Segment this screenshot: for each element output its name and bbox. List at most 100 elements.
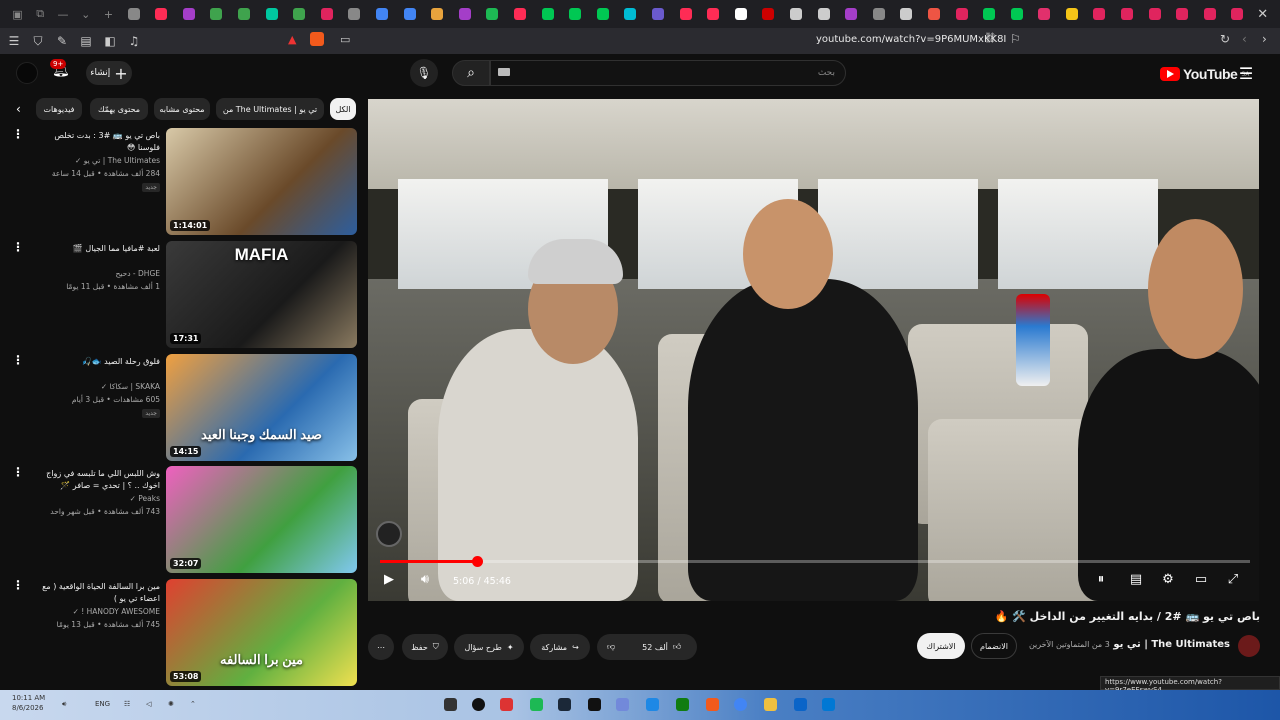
tab-favicon-icon[interactable]	[1113, 0, 1141, 28]
workspace-icon[interactable]: ⧉	[29, 2, 52, 26]
tab-favicon-icon[interactable]	[561, 0, 589, 28]
play-icon[interactable]: ▶	[378, 572, 400, 592]
taskbar-app-icon[interactable]	[646, 698, 659, 711]
channel-watermark-icon[interactable]	[376, 521, 402, 547]
tab-favicon-icon[interactable]	[1086, 0, 1114, 28]
notifications-bell-icon[interactable]: 🔔︎ 9+	[50, 59, 70, 78]
video-title[interactable]: باص تي يو 🚌 #3 : بدت تخلص فلوسنا 😳	[30, 130, 160, 154]
tab-favicon-icon[interactable]	[1168, 0, 1196, 28]
tab-list-icon[interactable]: ⌄	[74, 2, 97, 26]
tab-favicon-icon[interactable]	[755, 0, 783, 28]
tab-favicon-icon[interactable]	[893, 0, 921, 28]
tray-expand-icon[interactable]: ⌃	[190, 700, 196, 708]
video-thumbnail[interactable]: 1:14:01	[166, 128, 357, 235]
tiktok-icon[interactable]	[588, 698, 601, 711]
channel-name[interactable]: Peaks ✓	[130, 494, 160, 503]
tab-favicon-icon[interactable]	[479, 0, 507, 28]
chip-videos[interactable]: فيديوهات	[36, 98, 82, 120]
join-button[interactable]: الانضمام	[971, 633, 1017, 659]
video-thumbnail[interactable]: صيد السمك وجبنا العيد 14:15	[166, 354, 357, 461]
video-thumbnail[interactable]: MAFIA 17:31	[166, 241, 357, 348]
link-icon[interactable]: ⛓	[984, 33, 997, 44]
tab-favicon-icon[interactable]	[1031, 0, 1059, 28]
chip-from-channel[interactable]: من The Ultimates | تي يو	[216, 98, 324, 120]
new-tab-icon[interactable]: +	[97, 2, 120, 26]
tab-manager-icon[interactable]: ▣	[6, 2, 29, 26]
brave-icon[interactable]	[706, 698, 719, 711]
bookmark-icon[interactable]: ⚐	[1010, 32, 1021, 46]
tab-favicon-icon[interactable]	[672, 0, 700, 28]
settings-gear-icon[interactable]: ⚙	[1157, 572, 1179, 592]
more-options-icon[interactable]: ⋮	[12, 241, 24, 253]
tab-favicon-icon[interactable]	[534, 0, 562, 28]
video-title[interactable]: لعبة #مافيا مما الجيال 🎬	[30, 243, 160, 255]
tabs-icon[interactable]: ▤	[76, 31, 96, 51]
tab-favicon-icon[interactable]	[589, 0, 617, 28]
autoplay-toggle-icon[interactable]: ⏸	[1090, 572, 1112, 592]
video-title[interactable]: وش اللبس اللي ما تلبسه في زواج اخوك .. ؟…	[30, 468, 160, 492]
tab-favicon-icon[interactable]	[341, 0, 369, 28]
video-title[interactable]: فلوق رحلة الصيد 🐟🎣	[30, 356, 160, 368]
tab-favicon-icon[interactable]	[644, 0, 672, 28]
channel-name[interactable]: SKAKA | سكاكا ✓	[101, 382, 160, 391]
tab-favicon-icon[interactable]	[727, 0, 755, 28]
keyboard-icon[interactable]	[498, 68, 510, 76]
tab-favicon-icon[interactable]	[948, 0, 976, 28]
discord-icon[interactable]	[616, 698, 629, 711]
file-explorer-icon[interactable]	[764, 698, 777, 711]
recommendation-item[interactable]: MAFIA 17:31 ⋮ لعبة #مافيا مما الجيال 🎬 DHGE …	[0, 241, 360, 351]
volume-tray-icon[interactable]: 🔊︎	[62, 700, 66, 709]
account-avatar[interactable]	[16, 62, 38, 84]
steam-icon[interactable]	[558, 698, 571, 711]
create-button[interactable]: إنشاء +	[86, 61, 132, 85]
subscribe-button[interactable]: الاشتراك	[917, 633, 965, 659]
share-button[interactable]: مشاركة ↪	[530, 634, 590, 660]
video-title[interactable]: مين برا السالفة الحياة الواقعية ( مع اعض…	[30, 581, 160, 605]
tab-favicon-icon[interactable]	[230, 0, 258, 28]
subtitles-icon[interactable]: ▤	[1125, 572, 1147, 592]
taskbar-clock[interactable]: 10:11 AM 8/6/2026	[12, 693, 45, 713]
channel-name[interactable]: The Ultimates | تي يو ✓	[75, 156, 160, 165]
tab-favicon-icon[interactable]	[258, 0, 286, 28]
hamburger-menu-icon[interactable]: ☰	[1236, 64, 1256, 84]
channel-name[interactable]: The Ultimates | تي يو 3 من المتماوتين ال…	[1029, 639, 1230, 650]
music-icon[interactable]: ♫	[124, 31, 144, 51]
url-text[interactable]: youtube.com/watch?v=9P6MUMxKK8I	[816, 34, 1006, 45]
windows-start-icon[interactable]	[822, 698, 835, 711]
more-options-icon[interactable]: ⋮	[12, 466, 24, 478]
extensions-icon[interactable]: ✎	[52, 31, 72, 51]
video-player[interactable]	[368, 99, 1259, 601]
more-options-icon[interactable]: ⋮	[12, 128, 24, 140]
shield-icon[interactable]: ⛉	[28, 31, 48, 51]
tab-favicon-icon[interactable]	[1196, 0, 1224, 28]
taskbar-app-icon[interactable]	[530, 698, 543, 711]
tab-favicon-icon[interactable]	[1141, 0, 1169, 28]
chip-all[interactable]: الكل	[330, 98, 356, 120]
tab-favicon-icon[interactable]	[1003, 0, 1031, 28]
chip-for-you[interactable]: محتوى يهمّك	[90, 98, 148, 120]
tab-favicon-icon[interactable]	[920, 0, 948, 28]
panel-icon[interactable]: ◧	[100, 31, 120, 51]
tab-favicon-icon[interactable]	[148, 0, 176, 28]
forward-icon[interactable]: ›	[1262, 32, 1267, 46]
video-thumbnail[interactable]: مين برا السالفه 53:08	[166, 579, 357, 686]
tab-favicon-icon[interactable]	[396, 0, 424, 28]
tab-favicon-icon[interactable]	[313, 0, 341, 28]
volume-icon[interactable]: 🔊︎	[414, 572, 436, 592]
tab-favicon-icon[interactable]	[506, 0, 534, 28]
tab-favicon-icon[interactable]	[368, 0, 396, 28]
tab-favicon-icon[interactable]	[865, 0, 893, 28]
speaker-tray-icon[interactable]: ◁	[146, 700, 151, 708]
minimize-icon[interactable]: —	[52, 2, 75, 26]
close-icon[interactable]: ✕	[1251, 7, 1274, 22]
tab-favicon-icon[interactable]	[285, 0, 313, 28]
taskbar-search-icon[interactable]	[472, 698, 485, 711]
tab-favicon-icon[interactable]	[203, 0, 231, 28]
tab-favicon-icon[interactable]	[810, 0, 838, 28]
tab-favicon-icon[interactable]	[175, 0, 203, 28]
tab-favicon-icon[interactable]	[1058, 0, 1086, 28]
tab-favicon-icon[interactable]	[451, 0, 479, 28]
recommendation-item[interactable]: 1:14:01 ⋮ باص تي يو 🚌 #3 : بدت تخلص فلوسنا…	[0, 128, 360, 238]
ask-button[interactable]: طرح سؤال ✦	[454, 634, 524, 660]
tab-favicon-icon[interactable]	[120, 0, 148, 28]
